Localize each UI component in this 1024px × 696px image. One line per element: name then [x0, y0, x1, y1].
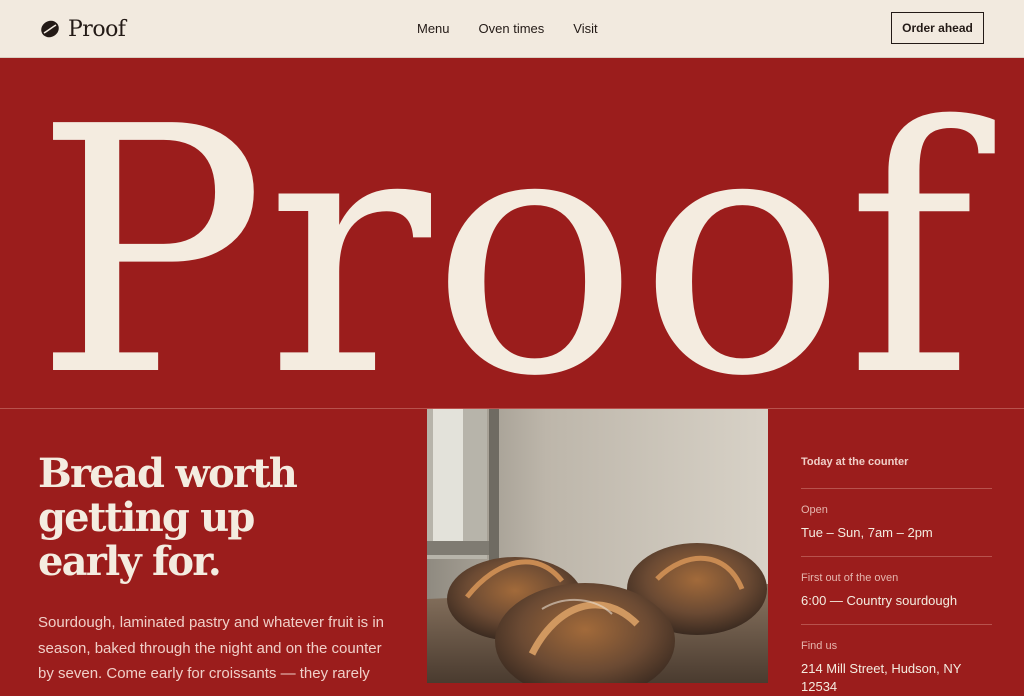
address-link[interactable]: 214 Mill Street, Hudson, NY 12534: [801, 660, 992, 696]
order-ahead-button[interactable]: Order ahead: [891, 12, 984, 44]
today-title: Today at the counter: [801, 456, 909, 468]
info-label: Open: [801, 504, 828, 516]
bread-photo: [427, 409, 768, 683]
intro-section: Bread worth getting up early for. Sourdo…: [38, 452, 398, 687]
intro-heading-line-3: early for.: [38, 538, 222, 585]
info-value: Tue – Sun, 7am – 2pm: [801, 525, 933, 540]
info-address: Find us 214 Mill Street, Hudson, NY 1253…: [801, 625, 992, 696]
hero-wordmark: Proof: [34, 58, 997, 408]
intro-heading-line-2: getting up: [38, 494, 255, 541]
hero-wordmark-svg: Proof: [34, 58, 997, 408]
top-nav: Proof Menu Oven times Visit Order ahead: [0, 0, 1024, 58]
info-value: 6:00 — Country sourdough: [801, 593, 958, 608]
brand-name: Proof: [68, 16, 126, 42]
nav-links: Menu Oven times Visit: [417, 20, 627, 38]
info-first-bake: First out of the oven 6:00 — Country sou…: [801, 557, 992, 610]
intro-body: Sourdough, laminated pastry and whatever…: [38, 614, 385, 682]
hero-section: Proof: [0, 58, 1024, 409]
intro-heading: Bread worth getting up early for.: [38, 452, 398, 584]
today-panel: Today at the counter Open Tue – Sun, 7am…: [801, 446, 992, 696]
brand-logo[interactable]: Proof: [40, 14, 126, 44]
intro-heading-line-1: Bread worth: [38, 450, 298, 497]
nav-link-oven-times[interactable]: Oven times: [479, 20, 545, 38]
coffee-bean-icon: [40, 19, 60, 39]
nav-link-menu[interactable]: Menu: [417, 20, 450, 38]
info-label: Find us: [801, 640, 838, 652]
info-label: First out of the oven: [801, 572, 899, 584]
nav-link-visit[interactable]: Visit: [573, 20, 597, 38]
info-hours: Open Tue – Sun, 7am – 2pm: [801, 489, 992, 542]
